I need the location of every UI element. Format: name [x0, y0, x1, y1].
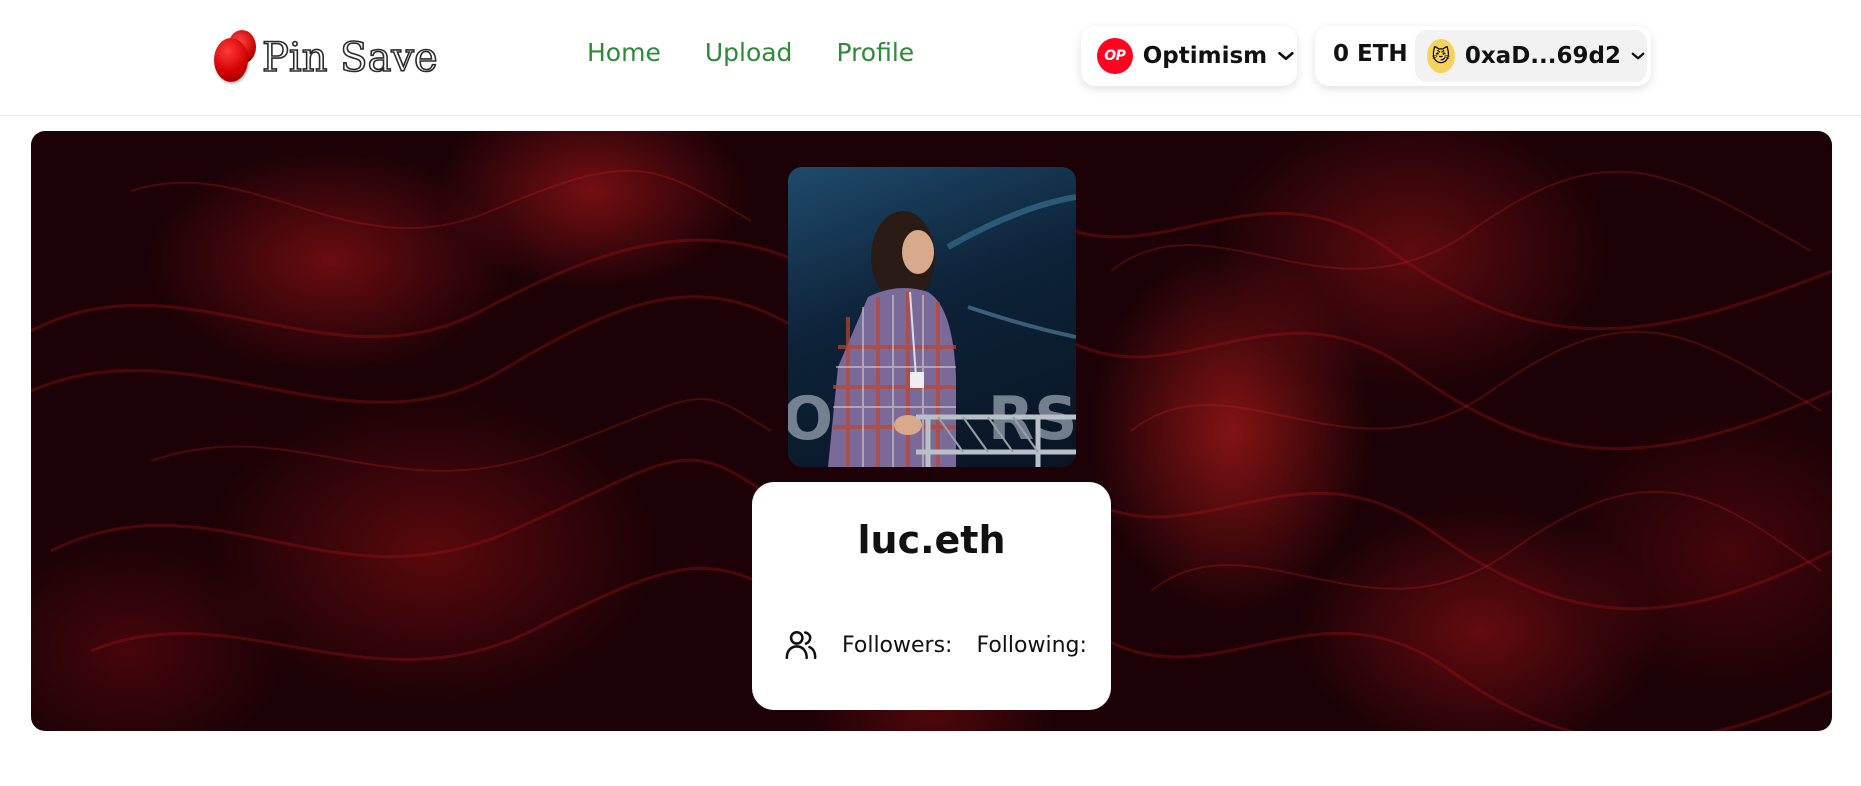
nav-upload-link[interactable]: Upload [705, 38, 793, 67]
chevron-down-icon [1278, 51, 1294, 61]
account-box: 0 ETH 😼 0xaD...69d2 [1315, 26, 1651, 86]
main-nav: Home Upload Profile [587, 38, 914, 67]
nav-home-link[interactable]: Home [587, 38, 661, 67]
chevron-down-icon [1631, 52, 1645, 60]
profile-card: luc.eth Followers: Following: [752, 482, 1111, 710]
optimism-icon: OP [1097, 38, 1133, 74]
account-button[interactable]: 😼 0xaD...69d2 [1415, 30, 1647, 82]
eth-balance: 0 ETH [1333, 41, 1408, 67]
network-label: Optimism [1142, 43, 1268, 69]
pushpin-logo-icon [212, 28, 258, 84]
users-icon [785, 630, 817, 660]
network-selector-button[interactable]: OP Optimism [1081, 26, 1297, 86]
following-label[interactable]: Following: [976, 633, 1086, 658]
profile-photo-image: ON RS [788, 194, 1076, 467]
top-header: Pin Save Home Upload Profile OP Optimism… [0, 0, 1861, 116]
wallet-address: 0xaD...69d2 [1464, 43, 1621, 69]
pinsave-logo[interactable]: Pin Save [212, 26, 439, 86]
nav-profile-link[interactable]: Profile [836, 38, 914, 67]
follow-stats: Followers: Following: [784, 628, 1087, 662]
followers-label[interactable]: Followers: [842, 633, 952, 658]
profile-name: luc.eth [857, 518, 1006, 562]
logo-text: Pin Save [261, 34, 438, 82]
profile-photo: ON RS [788, 167, 1076, 467]
cat-face-icon: 😼 [1431, 45, 1451, 67]
account-avatar: 😼 [1427, 39, 1455, 73]
profile-banner: ON RS [31, 131, 1832, 731]
